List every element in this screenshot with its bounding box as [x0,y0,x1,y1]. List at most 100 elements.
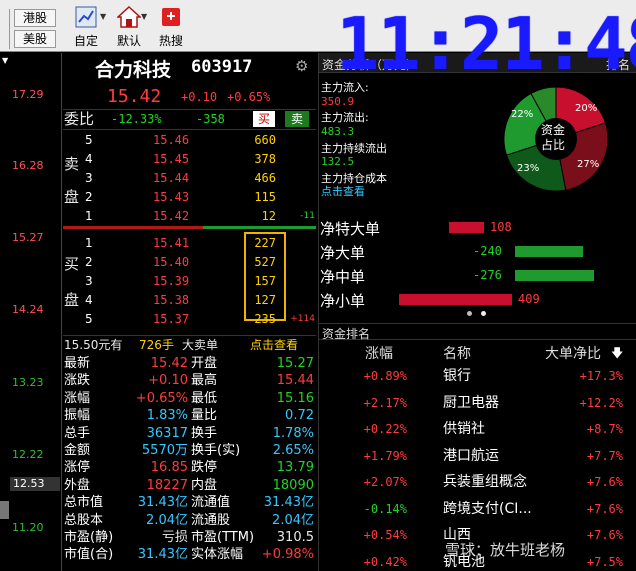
weibi-row: 委比 -12.33% -358 买 卖 [63,109,316,128]
stat-value: 2.04亿 [272,512,314,528]
rank-header: 资金排名 [319,323,636,341]
axis-scroll-handle[interactable] [0,501,9,519]
page-dot-active[interactable] [467,311,472,316]
market-hk-button[interactable]: 港股 [14,9,56,27]
stock-code: 603917 [191,57,253,77]
book-row[interactable]: 4 15.38 127 [63,291,316,309]
buy-button[interactable]: 买 [253,111,275,127]
rank-row[interactable]: +0.54% 山西 +7.6% [319,523,636,547]
settings-gear-icon[interactable]: ⚙ [295,57,308,75]
book-row[interactable]: 3 15.44 466 [63,169,316,187]
stat-label: 实体涨幅 [191,547,244,563]
book-price: 15.37 [153,312,190,326]
hot-search-button[interactable]: 热搜 [154,6,188,49]
rank-name: 跨境支付(CI... [443,500,532,517]
book-row[interactable]: 3 15.39 157 [63,272,316,290]
cost-link[interactable]: 点击查看 [321,183,365,199]
book-volume: 227 [254,236,276,250]
rank-pct: +0.22% [363,422,407,436]
rank-row[interactable]: +0.22% 供销社 +8.7% [319,417,636,441]
default-dropdown-icon[interactable]: ▼ [141,12,147,21]
stat-row: 金额 5570万 换手(实) 2.65% [63,442,316,459]
weibi-diff: -358 [196,112,225,126]
stat-value: 18227 [146,477,188,493]
axis-tick: 15.27 [12,231,44,244]
book-row[interactable]: 2 15.40 527 [63,253,316,271]
sort-desc-icon[interactable]: 🡇 [611,344,623,365]
rank-row[interactable]: +1.79% 港口航运 +7.7% [319,444,636,468]
big-order-link[interactable]: 点击查看 [250,336,298,354]
book-volume: 157 [254,274,276,288]
col-header-ratio[interactable]: 大单净比 [545,343,601,363]
net-flow-value: -240 [473,244,502,258]
book-row[interactable]: 1 15.42 12 -11 [63,207,316,225]
book-change: +114 [290,314,315,324]
rank-pct: +0.54% [363,528,407,542]
book-row[interactable]: 1 15.41 227 [63,234,316,252]
rank-ratio: +17.3% [579,369,623,383]
rank-row[interactable]: +0.89% 银行 +17.3% [319,364,636,388]
stat-row: 市盈(静) 亏损 市盈(TTM) 310.5 [63,529,316,546]
book-price: 15.46 [153,133,190,147]
stock-name: 合力科技 [95,59,172,81]
book-row[interactable]: 5 15.37 235 +114 [63,310,316,328]
sell-button[interactable]: 卖 [285,111,309,127]
custom-tool-button[interactable]: 自定 [70,6,102,49]
stat-value: 15.44 [276,373,314,389]
stat-label: 换手(实) [191,443,241,458]
stat-value: 36317 [146,425,188,441]
rank-row[interactable]: +2.07% 兵装重组概念 +7.6% [319,470,636,494]
stat-label: 总股本 [64,512,104,528]
book-level: 5 [85,133,93,147]
stat-label: 量比 [191,408,218,424]
col-header-name[interactable]: 名称 [443,343,471,363]
stat-value: 31.43亿 [137,495,188,511]
book-price: 15.43 [153,190,190,204]
book-row[interactable]: 4 15.45 378 [63,150,316,168]
rank-ratio: +12.2% [579,395,623,410]
rank-row[interactable]: -0.14% 跨境支付(CI... +7.6% [319,497,636,521]
net-flow-row: 净小单 409 [319,288,636,310]
rank-row[interactable]: +0.42% 钒电池 +7.5% [319,550,636,571]
net-flow-label: 净中单 [320,268,366,286]
book-volume: 378 [254,152,276,166]
stat-label: 涨停 [64,460,91,476]
stat-value: 5570万 [141,443,188,458]
rank-row[interactable]: +2.17% 厨卫电器 +12.2% [319,391,636,415]
stat-value: 15.16 [276,390,314,406]
rank-pct: +0.42% [363,554,407,569]
toolbar-scroll-icon[interactable] [0,9,10,49]
stat-label: 最高 [191,373,218,389]
rank-name: 厨卫电器 [443,394,499,411]
book-volume: 12 [261,209,276,223]
net-flow-value: 108 [490,220,512,234]
net-flow-value: -276 [473,268,502,282]
book-row[interactable]: 5 15.46 660 [63,131,316,149]
page-dot[interactable] [481,311,486,316]
stat-row: 市值(合) 31.43亿 实体涨幅 +0.98% [63,546,316,563]
big-order-row: 15.50元有 726手 大卖单 点击查看 [63,335,316,353]
net-flow-row: 净中单 -276 [319,264,636,286]
col-header-pct[interactable]: 涨幅 [365,343,393,363]
book-row[interactable]: 2 15.43 115 [63,188,316,206]
stat-row: 总市值 31.43亿 流通值 31.43亿 [63,494,316,511]
stat-label: 总市值 [64,495,104,511]
market-us-button[interactable]: 美股 [14,30,56,48]
stat-value: 2.65% [272,443,314,458]
fund-panel: 资金分析（万元） 排名 主力流入: 350.9 主力流出: 483.3 主力持续… [318,53,636,571]
rank-pct: +0.89% [363,369,407,383]
weibi-pct: -12.33% [111,112,162,126]
rank-ratio: +7.6% [586,528,623,542]
book-level: 4 [85,293,93,307]
custom-dropdown-icon[interactable]: ▼ [100,12,106,21]
netflow-label: 主力持续流出 [321,142,387,155]
rank-name: 港口航运 [443,447,499,464]
axis-arrow-icon[interactable]: ▼ [2,56,8,65]
axis-tick: 13.23 [12,376,44,389]
stat-label: 涨跌 [64,373,91,389]
stat-value: 13.79 [276,460,314,476]
axis-tick: 11.20 [12,521,44,534]
stat-value: 310.5 [276,530,314,545]
big-order-price: 15.50元有 [64,338,123,352]
outflow-value: 483.3 [321,125,355,138]
